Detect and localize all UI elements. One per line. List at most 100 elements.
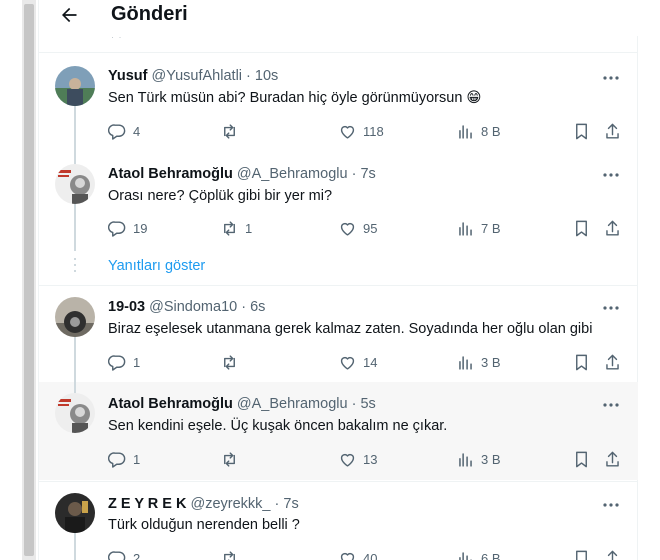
tweet-actions: 4 118 8 B — [108, 121, 623, 141]
tweet[interactable]: Z E Y R E K @zeyrekkk_ · 7s Türk olduğun… — [39, 482, 638, 560]
show-replies-link[interactable]: Yanıtları göster — [108, 258, 205, 274]
bookmark-button[interactable] — [572, 449, 591, 469]
avatar[interactable] — [55, 393, 95, 433]
share-button[interactable] — [603, 449, 622, 469]
views-button[interactable]: 3 B — [456, 449, 501, 469]
author-handle[interactable]: @zeyrekkk_ — [190, 496, 270, 512]
author-handle[interactable]: @A_Behramoglu — [237, 396, 348, 412]
more-button[interactable] — [600, 166, 622, 184]
views-count: 7 B — [481, 220, 501, 236]
tweet-text: Biraz eşelesek utanmana gerek kalmaz zat… — [108, 321, 593, 337]
tweet-text: Sen kendini eşele. Üç kuşak öncen bakalı… — [108, 418, 448, 434]
avatar[interactable] — [55, 66, 95, 106]
views-button[interactable]: 6 B — [456, 548, 501, 560]
more-button[interactable] — [600, 496, 622, 514]
bookmark-button[interactable] — [572, 121, 591, 141]
reply-button[interactable]: 1 — [108, 449, 140, 469]
reply-button[interactable]: 2 — [108, 548, 140, 560]
author-handle[interactable]: @A_Behramoglu — [237, 166, 348, 182]
views-button[interactable]: 7 B — [456, 218, 501, 238]
more-button[interactable] — [600, 299, 622, 317]
author-name[interactable]: 19-03 — [108, 299, 145, 315]
retweet-button[interactable]: 1 — [220, 218, 252, 238]
retweet-button[interactable] — [220, 449, 245, 469]
tweet-text: Türk olduğun nerenden belli ? — [108, 517, 300, 533]
scrollbar-thumb[interactable] — [24, 4, 34, 556]
author-name[interactable]: Z E Y R E K — [108, 496, 186, 512]
views-button[interactable]: 8 B — [456, 121, 501, 141]
retweet-button[interactable] — [220, 352, 245, 372]
author-name[interactable]: Ataol Behramoğlu — [108, 166, 233, 182]
timestamp[interactable]: 10s — [255, 68, 278, 84]
more-icon — [603, 306, 619, 310]
tweet-header: Ataol Behramoğlu @A_Behramoglu · 5s — [108, 395, 376, 413]
back-button[interactable] — [55, 2, 83, 28]
author-name[interactable]: Ataol Behramoğlu — [108, 396, 233, 412]
thread-line — [74, 204, 76, 251]
reply-icon — [108, 123, 126, 140]
timestamp[interactable]: 7s — [283, 496, 298, 512]
share-button[interactable] — [603, 121, 622, 141]
share-icon — [606, 451, 619, 467]
tweet[interactable]: Ataol Behramoğlu @A_Behramoglu · 5s Sen … — [39, 382, 638, 480]
back-arrow-icon — [62, 7, 77, 23]
avatar[interactable] — [55, 297, 95, 337]
like-button[interactable]: 14 — [338, 352, 377, 372]
views-count: 6 B — [481, 550, 501, 560]
like-count: 13 — [363, 451, 378, 467]
retweet-icon — [224, 220, 235, 236]
reply-count: 1 — [133, 354, 141, 370]
like-button[interactable]: 95 — [338, 218, 377, 238]
tweet-text: Sen Türk müsün abi? Buradan hiç öyle gör… — [108, 90, 482, 106]
bookmark-button[interactable] — [572, 352, 591, 372]
reply-count: 2 — [133, 550, 141, 560]
retweet-count: 1 — [245, 220, 253, 236]
thread-line — [74, 533, 76, 560]
share-icon — [606, 220, 619, 236]
tweet[interactable]: Yusuf @YusufAhlatli · 10s Sen Türk müsün… — [39, 53, 638, 156]
bookmark-icon — [576, 354, 587, 370]
views-icon — [459, 551, 472, 560]
bookmark-button[interactable] — [572, 218, 591, 238]
page-header: Gönderi · · — [39, 0, 638, 42]
retweet-button[interactable] — [220, 121, 245, 141]
like-count: 118 — [363, 123, 384, 139]
retweet-icon — [224, 123, 235, 139]
scrolled-content-residue: · · — [111, 32, 123, 42]
tweet[interactable]: 19-03 @Sindoma10 · 6s Biraz eşelesek uta… — [39, 286, 638, 382]
author-handle[interactable]: @YusufAhlatli — [152, 68, 243, 84]
reply-button[interactable]: 19 — [108, 218, 147, 238]
like-icon — [340, 552, 355, 560]
like-button[interactable]: 40 — [338, 548, 377, 560]
avatar[interactable] — [55, 493, 95, 533]
author-name[interactable]: Yusuf — [108, 68, 147, 84]
avatar[interactable] — [55, 164, 95, 204]
tweet[interactable]: Ataol Behramoğlu @A_Behramoglu · 7s Oras… — [39, 156, 638, 251]
more-icon — [603, 503, 619, 507]
more-button[interactable] — [600, 396, 622, 414]
retweet-button[interactable] — [220, 548, 245, 560]
reply-button[interactable]: 4 — [108, 121, 140, 141]
reply-count: 1 — [133, 451, 141, 467]
timestamp[interactable]: 6s — [250, 299, 265, 315]
reply-count: 4 — [133, 123, 141, 139]
views-button[interactable]: 3 B — [456, 352, 501, 372]
timestamp[interactable]: 7s — [360, 166, 375, 182]
bookmark-icon — [576, 451, 587, 467]
author-handle[interactable]: @Sindoma10 — [149, 299, 237, 315]
like-button[interactable]: 13 — [338, 449, 377, 469]
bookmark-icon — [576, 220, 587, 236]
share-button[interactable] — [603, 352, 622, 372]
share-button[interactable] — [603, 548, 622, 560]
reply-icon — [108, 354, 126, 371]
like-icon — [340, 453, 355, 467]
like-button[interactable]: 118 — [338, 121, 384, 141]
views-icon — [459, 221, 472, 236]
timestamp[interactable]: 5s — [360, 396, 375, 412]
share-button[interactable] — [603, 218, 622, 238]
bookmark-button[interactable] — [572, 548, 591, 560]
more-button[interactable] — [600, 69, 622, 87]
views-icon — [459, 355, 472, 370]
reply-button[interactable]: 1 — [108, 352, 140, 372]
bookmark-icon — [576, 550, 587, 560]
